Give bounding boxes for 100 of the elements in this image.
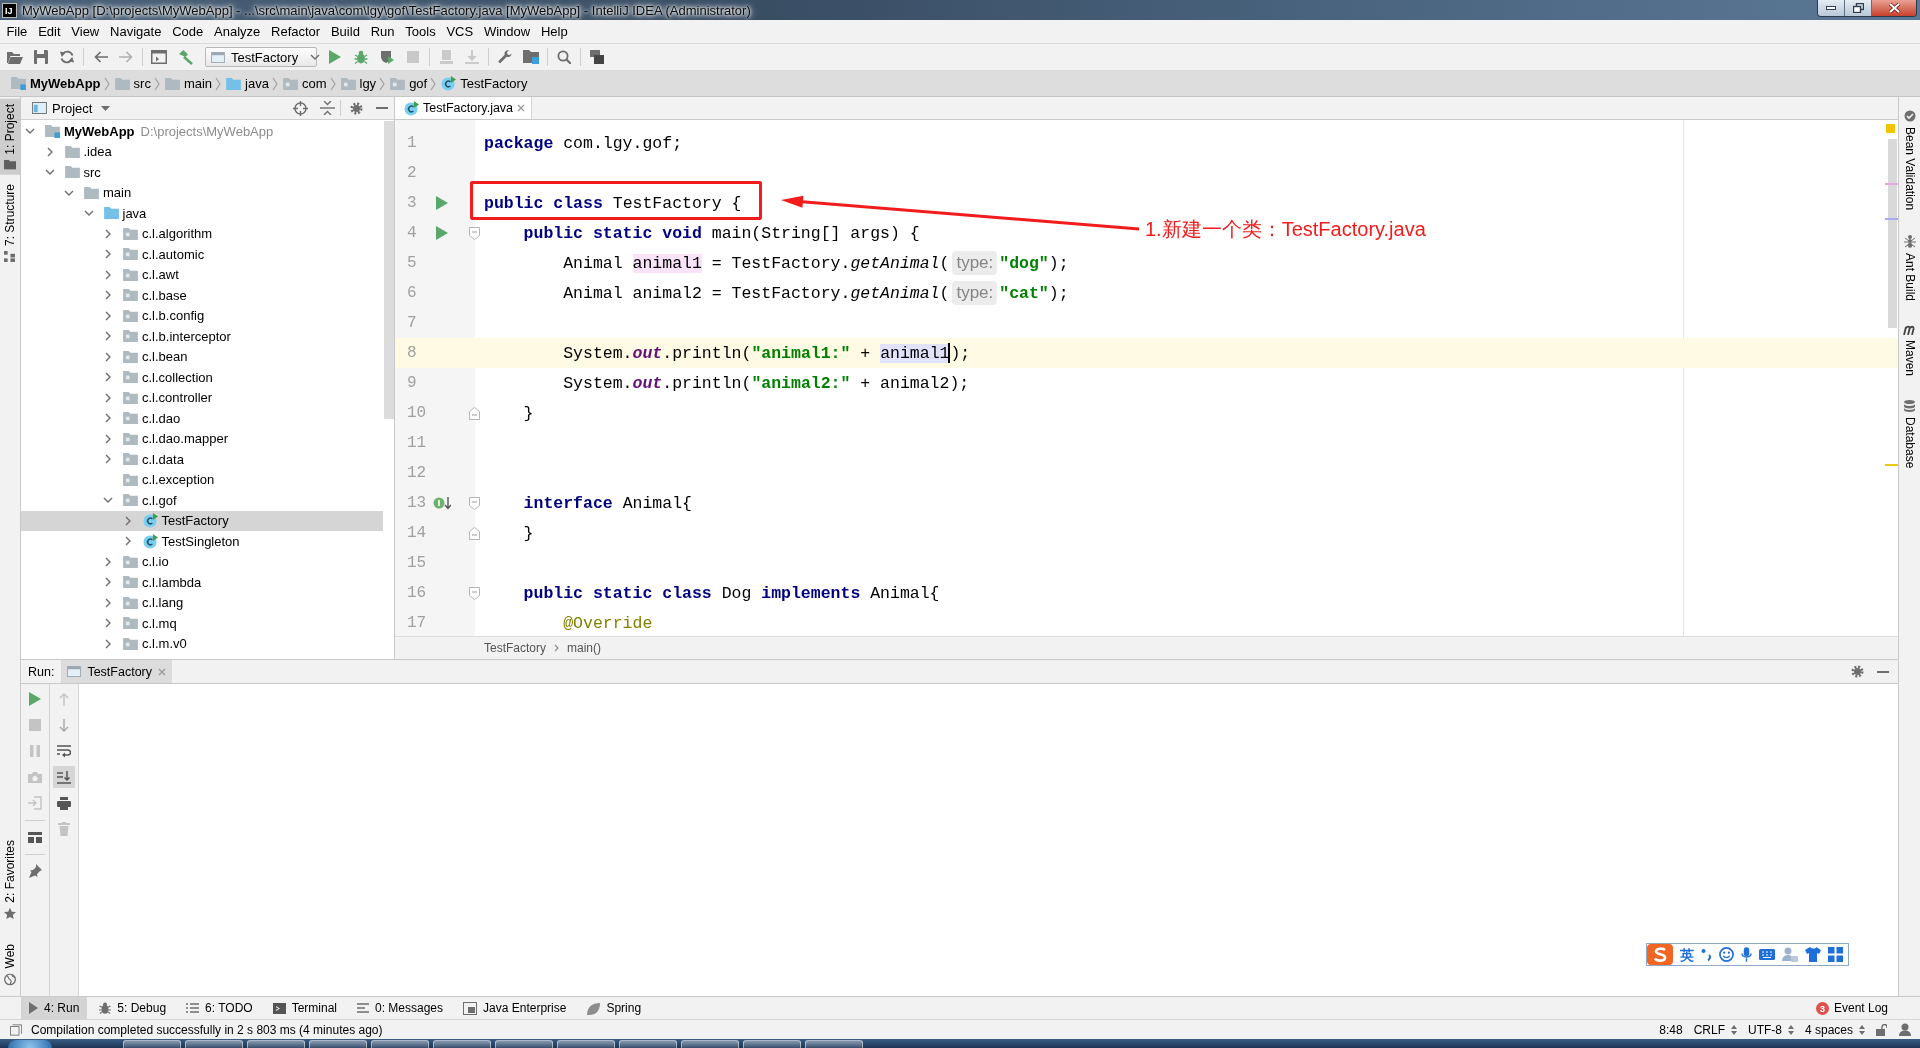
taskbar-button[interactable] — [123, 1040, 181, 1048]
scroll-marker[interactable] — [1885, 183, 1898, 185]
chevron-right-icon[interactable] — [105, 577, 111, 588]
taskbar-button[interactable] — [247, 1040, 305, 1048]
search-icon[interactable] — [557, 50, 571, 64]
tree-item[interactable]: c.l.b.interceptor — [21, 326, 383, 347]
tool-window-button[interactable]: 4: Run — [21, 997, 88, 1019]
run-config-dropdown[interactable]: TestFactory — [205, 47, 317, 67]
squares-icon[interactable] — [10, 1023, 22, 1036]
bug-icon[interactable] — [354, 50, 368, 64]
tree-item[interactable]: c.l.exception — [21, 469, 383, 490]
chevron-right-icon[interactable] — [105, 433, 111, 444]
caret-position[interactable]: 8:48 — [1659, 1022, 1683, 1037]
encoding-selector[interactable]: UTF-8 — [1747, 1022, 1794, 1037]
menu-item[interactable]: Edit — [32, 24, 66, 39]
open-folder-icon[interactable] — [7, 50, 23, 64]
chevron-right-icon[interactable] — [105, 556, 111, 567]
tool-window-button[interactable]: Ant Build — [1899, 229, 1920, 307]
indent-selector[interactable]: 4 spaces — [1804, 1022, 1865, 1037]
chevron-right-icon[interactable] — [105, 331, 111, 342]
breadcrumb-item[interactable]: main — [164, 76, 213, 91]
menu-item[interactable]: Help — [535, 24, 574, 39]
scroll-marker[interactable] — [1885, 464, 1898, 466]
keyboard-icon[interactable] — [1759, 949, 1775, 960]
editor-tab[interactable]: TestFactory.java — [395, 97, 533, 119]
chevron-down-icon[interactable] — [64, 189, 74, 196]
tool-window-button[interactable]: 0: Messages — [349, 997, 452, 1019]
folder-grid-icon[interactable] — [523, 50, 539, 64]
chevron-right-icon[interactable] — [105, 310, 111, 321]
settings-icon[interactable] — [350, 101, 363, 115]
tree-item[interactable]: c.l.controller — [21, 387, 383, 408]
tree-item[interactable]: TestFactory — [21, 510, 383, 531]
breadcrumb-item[interactable]: com — [282, 76, 327, 91]
smiley-icon[interactable] — [1719, 947, 1734, 962]
tree-item[interactable]: c.l.m.v0 — [21, 633, 383, 654]
chevron-right-icon[interactable] — [105, 392, 111, 403]
tree-item[interactable]: java — [21, 203, 383, 224]
taskbar-button[interactable] — [619, 1040, 677, 1048]
tool-window-button[interactable]: Bean Validation — [1899, 105, 1920, 216]
taskbar-button[interactable] — [495, 1040, 553, 1048]
tree-item[interactable]: .idea — [21, 141, 383, 162]
taskbar-button[interactable] — [433, 1040, 491, 1048]
punctuation-icon[interactable] — [1701, 948, 1712, 961]
chevron-right-icon[interactable] — [105, 290, 111, 301]
view-dropdown[interactable]: Project — [32, 100, 111, 116]
close-button[interactable] — [1872, 0, 1916, 16]
tool-window-button[interactable]: 5: Debug — [91, 997, 175, 1019]
chevron-down-icon[interactable] — [103, 497, 113, 504]
taskbar-button[interactable] — [185, 1040, 243, 1048]
chevron-right-icon[interactable] — [105, 269, 111, 280]
lock-icon[interactable] — [1876, 1023, 1887, 1036]
menu-item[interactable]: Code — [166, 24, 209, 39]
tool-window-button[interactable]: Terminal — [264, 997, 345, 1019]
breadcrumb-item[interactable]: src — [114, 76, 151, 91]
run-icon[interactable] — [436, 226, 448, 240]
tree-item[interactable]: src — [21, 162, 383, 183]
tree-item[interactable]: c.l.b.config — [21, 305, 383, 326]
tool-window-button[interactable]: Web — [0, 938, 20, 990]
tree-item[interactable]: c.l.gof — [21, 490, 383, 511]
menu-item[interactable]: Tools — [399, 24, 442, 39]
chevron-right-icon[interactable] — [105, 413, 111, 424]
menu-item[interactable]: View — [65, 24, 105, 39]
shirt-icon[interactable] — [1805, 947, 1821, 962]
tree-item[interactable]: c.l.mq — [21, 613, 383, 634]
chevron-down-icon[interactable] — [44, 169, 55, 176]
tool-window-button[interactable]: 7: Structure — [0, 178, 20, 267]
person-icon[interactable] — [1899, 1023, 1911, 1036]
menu-item[interactable]: Navigate — [104, 24, 167, 39]
minimize-button[interactable] — [1818, 0, 1845, 16]
caret-down-icon[interactable] — [101, 105, 111, 111]
event-log-button[interactable]: 3 Event Log — [1815, 997, 1888, 1019]
menu-item[interactable]: VCS — [441, 24, 479, 39]
menu-item[interactable]: Build — [325, 24, 366, 39]
chevron-right-icon[interactable] — [105, 372, 111, 383]
tool-window-button[interactable]: Database — [1899, 395, 1920, 474]
crosshair-icon[interactable] — [293, 100, 308, 116]
tree-item[interactable]: c.l.io — [21, 551, 383, 572]
taskbar-button[interactable] — [681, 1040, 739, 1048]
chevron-right-icon[interactable] — [105, 454, 111, 465]
tree-item[interactable]: c.l.awt — [21, 264, 383, 285]
tree-item[interactable]: TestSingleton — [21, 531, 383, 552]
run-icon[interactable] — [436, 196, 448, 210]
breadcrumb-item[interactable]: TestFactory — [441, 76, 528, 91]
close-icon[interactable] — [517, 104, 526, 112]
run-icon[interactable] — [29, 692, 41, 706]
pin-icon[interactable] — [28, 864, 42, 878]
chevron-down-icon[interactable] — [25, 128, 35, 135]
chevron-right-icon[interactable] — [46, 146, 53, 157]
line-separator-selector[interactable]: CRLF — [1693, 1022, 1737, 1037]
tree-item[interactable]: c.l.automic — [21, 244, 383, 265]
tree-item[interactable]: main — [21, 182, 383, 203]
chevron-right-icon[interactable] — [105, 228, 111, 239]
start-button[interactable] — [8, 1040, 52, 1048]
microphone-icon[interactable] — [1741, 947, 1752, 962]
tool-window-button[interactable]: Spring — [578, 997, 650, 1019]
tree-item[interactable]: c.l.base — [21, 285, 383, 306]
tree-item[interactable]: MyWebApp D:\projects\MyWebApp — [21, 121, 383, 142]
menu-item[interactable]: Run — [365, 24, 400, 39]
input-mode-toggle[interactable]: 英 — [1680, 946, 1694, 963]
taskbar-button[interactable] — [371, 1040, 429, 1048]
